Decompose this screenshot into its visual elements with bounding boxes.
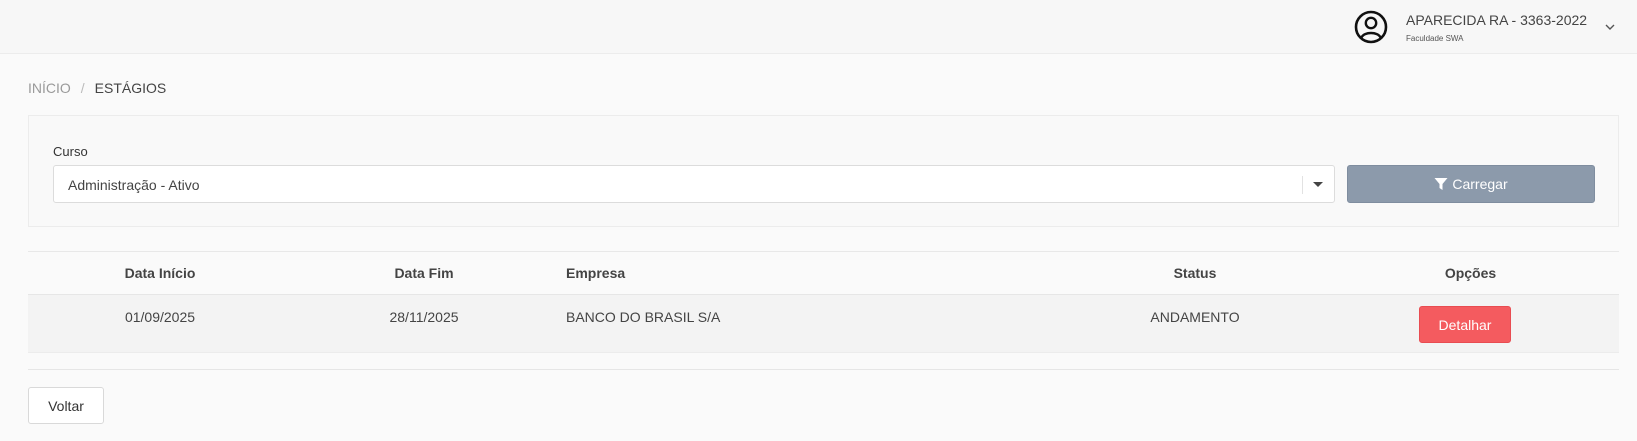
detail-button[interactable]: Detalhar [1419, 306, 1511, 343]
column-header-end: Data Fim [394, 265, 454, 281]
load-button[interactable]: Carregar [1347, 165, 1595, 203]
select-divider [1302, 176, 1303, 194]
caret-down-icon[interactable] [1313, 182, 1323, 187]
table-row: 01/09/2025 28/11/2025 BANCO DO BRASIL S/… [28, 295, 1619, 353]
filter-icon [1434, 178, 1448, 190]
breadcrumb-separator: / [80, 80, 85, 96]
breadcrumb: INÍCIO / ESTÁGIOS [28, 80, 166, 96]
column-header-options: Opções [1444, 265, 1497, 281]
column-header-company: Empresa [566, 265, 626, 281]
column-header-start: Data Início [124, 265, 196, 281]
user-menu[interactable]: APARECIDA RA - 3363-2022 Faculdade SWA [1354, 9, 1616, 45]
back-button[interactable]: Voltar [28, 387, 104, 424]
internships-table: Data Início Data Fim Empresa Status Opçõ… [28, 251, 1619, 353]
course-label: Curso [53, 144, 88, 159]
user-name: APARECIDA RA - 3363-2022 [1406, 12, 1588, 28]
chevron-down-icon[interactable] [1604, 21, 1616, 33]
cell-end-date: 28/11/2025 [389, 309, 459, 325]
user-info: APARECIDA RA - 3363-2022 Faculdade SWA [1406, 11, 1606, 43]
cell-status: ANDAMENTO [1150, 309, 1240, 325]
course-select-value: Administração - Ativo [68, 177, 200, 193]
top-bar: APARECIDA RA - 3363-2022 Faculdade SWA [0, 0, 1637, 54]
user-circle-icon [1354, 10, 1388, 44]
load-button-label: Carregar [1452, 176, 1508, 192]
institution-name: Faculdade SWA [1406, 34, 1464, 43]
course-select[interactable]: Administração - Ativo [53, 165, 1335, 203]
breadcrumb-home-link[interactable]: INÍCIO [28, 80, 71, 96]
column-header-status: Status [1173, 265, 1217, 281]
divider [28, 369, 1619, 370]
cell-company: BANCO DO BRASIL S/A [566, 309, 721, 325]
breadcrumb-current: ESTÁGIOS [94, 80, 167, 96]
table-header: Data Início Data Fim Empresa Status Opçõ… [28, 252, 1619, 295]
filter-panel: Curso Administração - Ativo Carregar [28, 115, 1619, 227]
cell-start-date: 01/09/2025 [124, 309, 196, 325]
